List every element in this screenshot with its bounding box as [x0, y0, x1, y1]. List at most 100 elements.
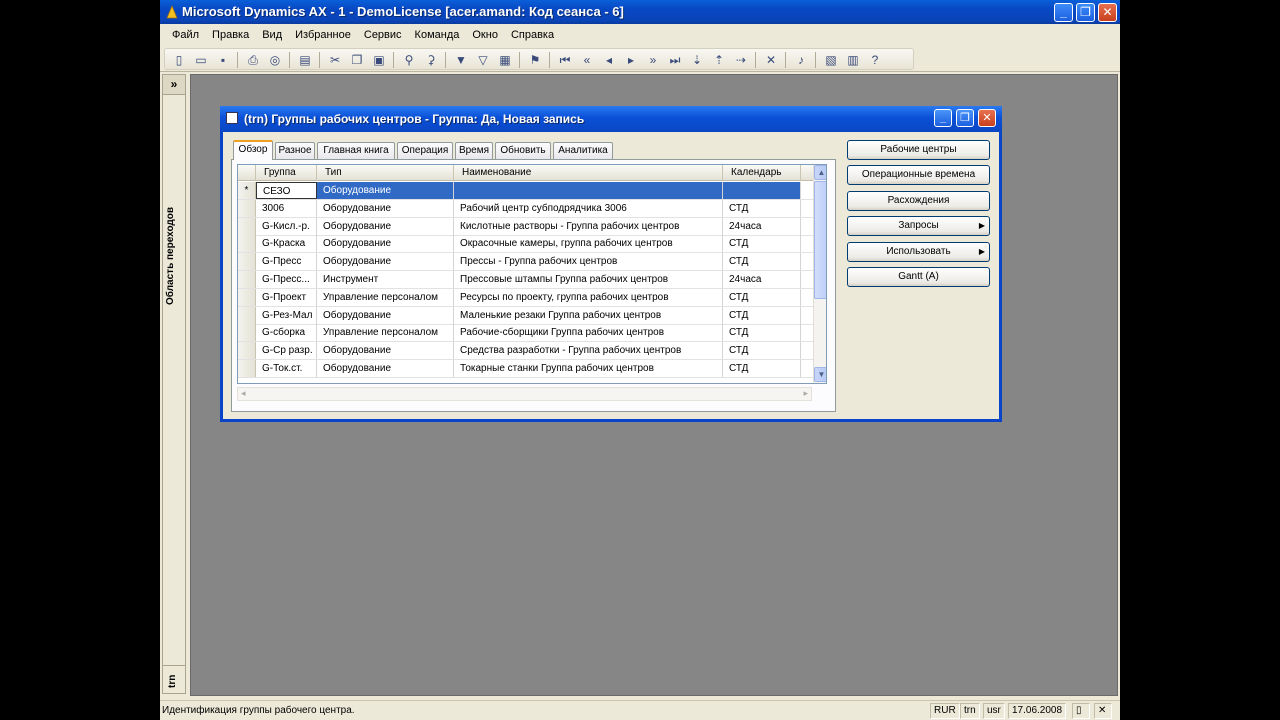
table-row[interactable]: G-Проект Управление персоналом Ресурсы по … [238, 288, 813, 307]
table-row[interactable]: G-Пресс... Инструмент Прессовые штампы Гру… [238, 271, 813, 289]
import-icon[interactable]: ⇡ [711, 52, 727, 68]
row-selector[interactable] [238, 253, 256, 271]
form-restore-button[interactable]: ❐ [956, 109, 974, 127]
cell-type[interactable]: Оборудование [317, 199, 454, 217]
form-minimize-button[interactable]: _ [934, 109, 952, 127]
cell-name[interactable]: Рабочий центр субподрядчика 3006 [454, 199, 723, 217]
close-button[interactable]: ✕ [1098, 3, 1117, 22]
cell-name[interactable]: Прессовые штампы Группа рабочих центров [454, 271, 723, 288]
cell-calendar[interactable]: СТД [723, 342, 801, 360]
scroll-down-icon[interactable]: ▼ [814, 367, 826, 382]
cell-name[interactable]: Рабочие-сборщики Группа рабочих центров [454, 324, 723, 342]
status-company[interactable]: trn [960, 703, 980, 719]
row-selector[interactable] [238, 235, 256, 253]
cell-name[interactable] [454, 182, 723, 199]
table-row[interactable]: G-Краска Оборудование Окрасочные камеры, г… [238, 235, 813, 254]
alert-icon[interactable]: ♪ [793, 52, 809, 68]
status-date[interactable]: 17.06.2008 [1008, 703, 1067, 719]
filter-icon[interactable]: ▼ [453, 52, 469, 68]
column-name[interactable]: Наименование [454, 165, 723, 181]
cell-group[interactable]: G-сборка [256, 324, 317, 342]
scroll-thumb[interactable] [814, 181, 826, 299]
row-selector[interactable] [238, 288, 256, 306]
column-type[interactable]: Тип [317, 165, 454, 181]
cell-calendar[interactable]: СТД [723, 235, 801, 253]
status-document-icon[interactable]: ▯ [1072, 703, 1090, 719]
find-next-icon[interactable]: ⚳ [423, 52, 439, 68]
next-record-icon[interactable]: ▸ [623, 52, 639, 68]
row-selector[interactable] [238, 360, 256, 377]
menu-edit[interactable]: Правка [206, 24, 255, 46]
menu-view[interactable]: Вид [256, 24, 288, 46]
column-group[interactable]: Группа [256, 165, 317, 181]
print-preview-icon[interactable]: ◎ [267, 52, 283, 68]
tab-operation[interactable]: Операция [397, 142, 453, 159]
table-row[interactable]: G-Кисл.-р. Оборудование Кислотные растворы… [238, 217, 813, 236]
find-icon[interactable]: ⚲ [401, 52, 417, 68]
cell-calendar[interactable]: СТД [723, 324, 801, 342]
cell-name[interactable]: Токарные станки Группа рабочих центров [454, 360, 723, 377]
cell-name[interactable]: Средства разработки - Группа рабочих цен… [454, 342, 723, 360]
cell-calendar[interactable]: СТД [723, 306, 801, 324]
cell-calendar[interactable]: СТД [723, 199, 801, 217]
tab-update[interactable]: Обновить [495, 142, 551, 159]
prev-page-icon[interactable]: « [579, 52, 595, 68]
cell-type[interactable]: Оборудование [317, 253, 454, 271]
table-row[interactable]: G-Ср разр. Оборудование Средства разработк… [238, 342, 813, 361]
report-icon[interactable]: ▥ [845, 52, 861, 68]
operational-times-button[interactable]: Операционные времена [847, 165, 990, 185]
cell-name[interactable]: Кислотные растворы - Группа рабочих цент… [454, 217, 723, 235]
remove-filter-icon[interactable]: ⚑ [527, 52, 543, 68]
export-excel-icon[interactable]: ⇢ [733, 52, 749, 68]
menu-help[interactable]: Справка [505, 24, 560, 46]
work-centers-button[interactable]: Рабочие центры [847, 140, 990, 160]
cell-type[interactable]: Инструмент [317, 271, 454, 288]
cell-type[interactable]: Оборудование [317, 306, 454, 324]
cell-calendar[interactable]: СТД [723, 360, 801, 377]
menu-tools[interactable]: Сервис [358, 24, 408, 46]
cut-icon[interactable]: ✂ [327, 52, 343, 68]
prev-record-icon[interactable]: ◂ [601, 52, 617, 68]
menu-favorites[interactable]: Избранное [289, 24, 357, 46]
table-row[interactable]: G-сборка Управление персоналом Рабочие-сбо… [238, 324, 813, 343]
scroll-right-icon[interactable]: ▸ [803, 388, 808, 399]
row-selector[interactable] [238, 306, 256, 324]
title-bar[interactable]: Microsoft Dynamics AX - 1 - DemoLicense … [160, 0, 1120, 24]
open-icon[interactable]: ▭ [193, 52, 209, 68]
column-calendar[interactable]: Календарь [723, 165, 801, 181]
cell-type[interactable]: Оборудование [317, 360, 454, 377]
delete-icon[interactable]: ✕ [763, 52, 779, 68]
cell-group[interactable]: СЕЗО [256, 182, 317, 199]
tab-overview[interactable]: Обзор [233, 140, 273, 160]
nav-expand-button[interactable]: » [163, 75, 185, 95]
cell-group[interactable]: G-Проект [256, 288, 317, 306]
export-icon[interactable]: ⇣ [689, 52, 705, 68]
cell-name[interactable]: Маленькие резаки Группа рабочих центров [454, 306, 723, 324]
new-icon[interactable]: ▯ [171, 52, 187, 68]
scroll-up-icon[interactable]: ▲ [814, 165, 826, 180]
form-close-button[interactable]: ✕ [978, 109, 996, 127]
tab-misc[interactable]: Разное [275, 142, 315, 159]
row-selector[interactable] [238, 271, 256, 288]
next-page-icon[interactable]: » [645, 52, 661, 68]
cell-name[interactable]: Окрасочные камеры, группа рабочих центро… [454, 235, 723, 253]
cell-type[interactable]: Оборудование [317, 235, 454, 253]
cell-group[interactable]: G-Ср разр. [256, 342, 317, 360]
tab-general-ledger[interactable]: Главная книга [317, 142, 395, 159]
cell-group[interactable]: G-Пресс... [256, 271, 317, 288]
row-selector[interactable] [238, 199, 256, 217]
table-row[interactable]: G-Рез-Мал Оборудование Маленькие резаки Гр… [238, 306, 813, 325]
restore-button[interactable]: ❐ [1076, 3, 1095, 22]
help-icon[interactable]: ? [867, 52, 883, 68]
copy-icon[interactable]: ❐ [349, 52, 365, 68]
discrepancies-button[interactable]: Расхождения [847, 191, 990, 211]
gantt-button[interactable]: Gantt (A) [847, 267, 990, 287]
filter-advanced-icon[interactable]: ▦ [497, 52, 513, 68]
cell-type[interactable]: Оборудование [317, 342, 454, 360]
status-layer[interactable]: usr [983, 703, 1005, 719]
cell-group[interactable]: G-Пресс [256, 253, 317, 271]
row-selector[interactable] [238, 217, 256, 235]
use-button[interactable]: Использовать ▶ [847, 242, 990, 262]
form-title-bar[interactable]: (trn) Группы рабочих центров - Группа: Д… [220, 106, 1002, 132]
row-selector[interactable]: * [238, 182, 256, 199]
